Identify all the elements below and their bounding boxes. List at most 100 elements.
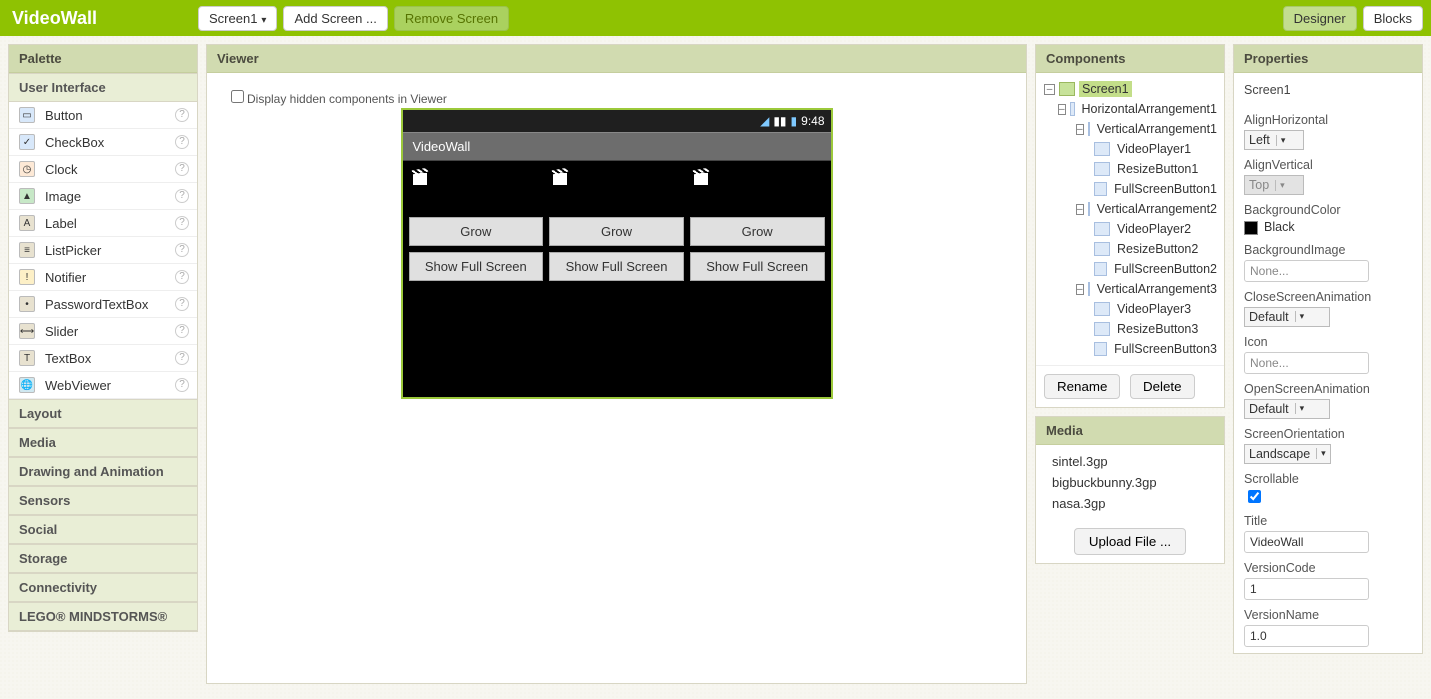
media-item[interactable]: nasa.3gp: [1052, 493, 1208, 514]
tree-node-resizebutton2[interactable]: ResizeButton2: [1040, 239, 1220, 259]
grow-button-3[interactable]: Grow: [690, 217, 825, 246]
screen-selector[interactable]: Screen1▾: [198, 6, 277, 31]
tree-node-fullscreenbutton3[interactable]: FullScreenButton3: [1040, 339, 1220, 359]
vertical-arrangement-1[interactable]: Grow Show Full Screen: [409, 167, 544, 391]
palette-item-listpicker[interactable]: ≡ListPicker?: [9, 237, 197, 264]
palette-item-checkbox[interactable]: ✓CheckBox?: [9, 129, 197, 156]
video-player-2[interactable]: [549, 167, 684, 211]
tree-toggle-icon[interactable]: –: [1076, 124, 1084, 135]
display-hidden-toggle[interactable]: Display hidden components in Viewer: [227, 87, 447, 106]
closeanim-select[interactable]: Default▾: [1244, 307, 1330, 327]
tree-node-resizebutton1[interactable]: ResizeButton1: [1040, 159, 1220, 179]
help-icon[interactable]: ?: [175, 324, 189, 338]
tree-node-resizebutton3[interactable]: ResizeButton3: [1040, 319, 1220, 339]
palette-item-notifier[interactable]: !Notifier?: [9, 264, 197, 291]
bgcolor-select[interactable]: Black: [1244, 220, 1412, 235]
tree-node-fullscreenbutton1[interactable]: FullScreenButton1: [1040, 179, 1220, 199]
help-icon[interactable]: ?: [175, 243, 189, 257]
palette-group-lego-mindstorms-[interactable]: LEGO® MINDSTORMS®: [9, 602, 197, 631]
video-icon: [1094, 222, 1110, 236]
palette-group-sensors[interactable]: Sensors: [9, 486, 197, 515]
palette-item-image[interactable]: ▲Image?: [9, 183, 197, 210]
palette-item-label[interactable]: ALabel?: [9, 210, 197, 237]
video-player-3[interactable]: [690, 167, 825, 211]
palette-item-passwordtextbox[interactable]: •PasswordTextBox?: [9, 291, 197, 318]
tree-toggle-icon[interactable]: –: [1058, 104, 1066, 115]
add-screen-button[interactable]: Add Screen ...: [283, 6, 387, 31]
tree-node-v1[interactable]: –VerticalArrangement1: [1040, 119, 1220, 139]
clapper-icon: [694, 173, 708, 185]
palette-item-button[interactable]: ▭Button?: [9, 102, 197, 129]
openanim-select[interactable]: Default▾: [1244, 399, 1330, 419]
help-icon[interactable]: ?: [175, 378, 189, 392]
vertical-arrangement-3[interactable]: Grow Show Full Screen: [690, 167, 825, 391]
help-icon[interactable]: ?: [175, 216, 189, 230]
button-icon: [1094, 342, 1107, 356]
palette-group-layout[interactable]: Layout: [9, 399, 197, 428]
icon-field[interactable]: None...: [1244, 352, 1369, 374]
help-icon[interactable]: ?: [175, 108, 189, 122]
help-icon[interactable]: ?: [175, 162, 189, 176]
palette-group-media[interactable]: Media: [9, 428, 197, 457]
display-hidden-checkbox[interactable]: [231, 90, 244, 103]
tree-node-videoplayer3[interactable]: VideoPlayer3: [1040, 299, 1220, 319]
vertical-arrangement-2[interactable]: Grow Show Full Screen: [549, 167, 684, 391]
rename-button[interactable]: Rename: [1044, 374, 1120, 399]
grow-button-2[interactable]: Grow: [549, 217, 684, 246]
workspace: Palette User Interface ▭Button?✓CheckBox…: [0, 36, 1431, 692]
tree-toggle-icon[interactable]: –: [1076, 284, 1084, 295]
tree-toggle-icon[interactable]: –: [1076, 204, 1084, 215]
palette-group-user-interface[interactable]: User Interface: [9, 73, 197, 102]
palette-item-clock[interactable]: ◷Clock?: [9, 156, 197, 183]
title-field[interactable]: [1244, 531, 1369, 553]
tree-node-videoplayer2[interactable]: VideoPlayer2: [1040, 219, 1220, 239]
help-icon[interactable]: ?: [175, 270, 189, 284]
button-icon: [1094, 162, 1110, 176]
palette-item-label: Notifier: [45, 270, 86, 285]
palette-item-textbox[interactable]: TTextBox?: [9, 345, 197, 372]
help-icon[interactable]: ?: [175, 189, 189, 203]
palette-header: Palette: [9, 45, 197, 73]
tree-node-videoplayer1[interactable]: VideoPlayer1: [1040, 139, 1220, 159]
blocks-tab[interactable]: Blocks: [1363, 6, 1423, 31]
scrollable-checkbox[interactable]: [1248, 490, 1261, 503]
palette-group-storage[interactable]: Storage: [9, 544, 197, 573]
help-icon[interactable]: ?: [175, 297, 189, 311]
media-item[interactable]: bigbuckbunny.3gp: [1052, 472, 1208, 493]
tree-node-fullscreenbutton2[interactable]: FullScreenButton2: [1040, 259, 1220, 279]
alignh-select[interactable]: Left▾: [1244, 130, 1304, 150]
tree-node-screen1[interactable]: –Screen1: [1040, 79, 1220, 99]
designer-tab[interactable]: Designer: [1283, 6, 1357, 31]
palette-group-drawing-and-animation[interactable]: Drawing and Animation: [9, 457, 197, 486]
palette-group-social[interactable]: Social: [9, 515, 197, 544]
alignv-select[interactable]: Top▾: [1244, 175, 1304, 195]
delete-button[interactable]: Delete: [1130, 374, 1195, 399]
help-icon[interactable]: ?: [175, 351, 189, 365]
tree-node-v2[interactable]: –VerticalArrangement2: [1040, 199, 1220, 219]
orient-select[interactable]: Landscape▾: [1244, 444, 1331, 464]
bgimg-field[interactable]: None...: [1244, 260, 1369, 282]
fullscreen-button-2[interactable]: Show Full Screen: [549, 252, 684, 281]
versioncode-field[interactable]: [1244, 578, 1369, 600]
grow-button-1[interactable]: Grow: [409, 217, 544, 246]
button-icon: [1094, 262, 1107, 276]
tree-node-v3[interactable]: –VerticalArrangement3: [1040, 279, 1220, 299]
component-icon: ▲: [19, 188, 35, 204]
media-item[interactable]: sintel.3gp: [1052, 451, 1208, 472]
fullscreen-button-1[interactable]: Show Full Screen: [409, 252, 544, 281]
component-icon: 🌐: [19, 377, 35, 393]
tree-toggle-icon[interactable]: –: [1044, 84, 1055, 95]
video-player-1[interactable]: [409, 167, 544, 211]
palette-item-webviewer[interactable]: 🌐WebViewer?: [9, 372, 197, 399]
fullscreen-button-3[interactable]: Show Full Screen: [690, 252, 825, 281]
help-icon[interactable]: ?: [175, 135, 189, 149]
palette-item-slider[interactable]: ⟷Slider?: [9, 318, 197, 345]
android-status-bar: ◢ ▮▮ ▮ 9:48: [403, 110, 831, 132]
versionname-field[interactable]: [1244, 625, 1369, 647]
upload-file-button[interactable]: Upload File ...: [1074, 528, 1186, 555]
palette-group-connectivity[interactable]: Connectivity: [9, 573, 197, 602]
properties-target: Screen1: [1244, 79, 1412, 105]
remove-screen-button[interactable]: Remove Screen: [394, 6, 509, 31]
tree-node-horizontal[interactable]: –HorizontalArrangement1: [1040, 99, 1220, 119]
viewer-panel: Viewer Display hidden components in View…: [206, 44, 1027, 684]
